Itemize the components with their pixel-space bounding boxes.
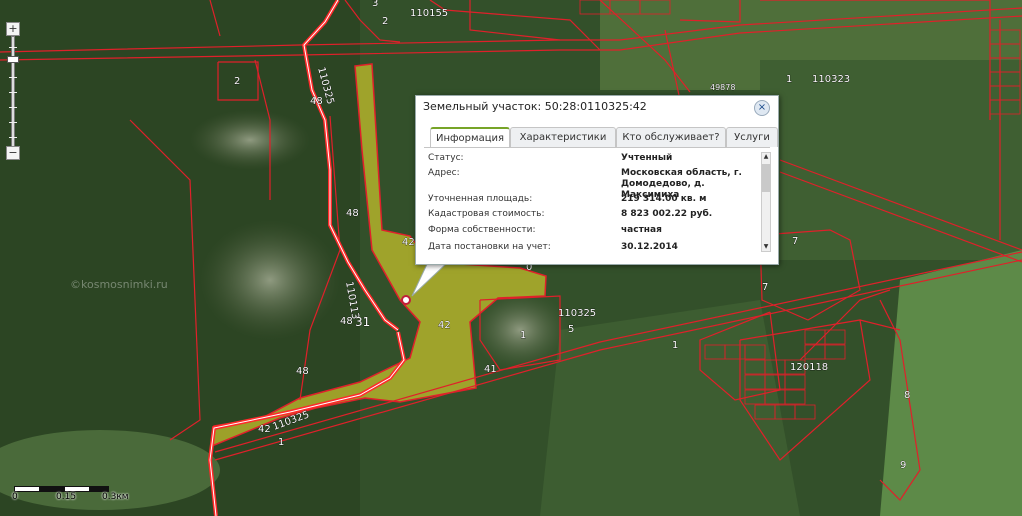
scroll-down-icon[interactable]: ▼: [762, 243, 770, 251]
imagery-watermark: ©kosmosnimki.ru: [70, 278, 168, 291]
map-label: 42: [402, 237, 415, 248]
map-label: 48: [346, 208, 359, 219]
scale-bar: 0 0.15 0.3км: [12, 486, 134, 502]
zoom-in-button[interactable]: +: [6, 22, 20, 36]
map-label: 9: [900, 460, 906, 471]
info-key: Адрес:: [428, 168, 460, 178]
popup-title: Земельный участок: 50:28:0110325:42: [423, 100, 647, 113]
map-label: 7: [762, 282, 768, 293]
tab-characteristics[interactable]: Характеристики: [510, 127, 616, 147]
info-value: 8 823 002.22 руб.: [621, 209, 713, 219]
popup-scrollbar[interactable]: ▲ ▼: [761, 152, 771, 252]
map-label: 1: [278, 437, 284, 448]
map-label: 31: [355, 315, 370, 329]
map-label: 5: [568, 324, 574, 335]
map-label: 1: [786, 74, 792, 85]
scale-label: 0.3км: [102, 492, 129, 502]
info-value: Учтенный: [621, 153, 673, 163]
info-value: 219 314.00 кв. м: [621, 194, 707, 204]
map-label: 8: [904, 390, 910, 401]
map-label: 110325: [558, 308, 596, 319]
info-value: 30.12.2014: [621, 242, 678, 250]
tab-who-serves[interactable]: Кто обслуживает?: [616, 127, 726, 147]
info-key: Форма собственности:: [428, 225, 536, 235]
info-key: Уточненная площадь:: [428, 194, 533, 204]
map-label: 49878: [710, 83, 735, 92]
zoom-control[interactable]: + −: [6, 22, 20, 160]
location-marker-icon: [401, 295, 411, 305]
map-label: 120118: [790, 362, 828, 373]
map-label: 2: [234, 76, 240, 87]
map-label: 3: [372, 0, 378, 9]
map-label: 41: [484, 364, 497, 375]
close-icon[interactable]: ×: [754, 100, 770, 116]
info-key: Дата постановки на учет:: [428, 242, 551, 250]
zoom-slider-thumb[interactable]: [7, 56, 19, 63]
scroll-up-icon[interactable]: ▲: [762, 153, 770, 161]
info-value: частная: [621, 225, 662, 235]
map-label: 110155: [410, 8, 448, 19]
scale-label: 0.15: [56, 492, 77, 502]
map-label: 1: [520, 330, 526, 341]
tab-information[interactable]: Информация: [430, 127, 510, 148]
info-key: Статус:: [428, 153, 464, 163]
info-key: Кадастровая стоимость:: [428, 209, 545, 219]
map-label: 42: [438, 320, 451, 331]
map-label: 110323: [812, 74, 850, 85]
info-table: Статус: Учтенный Адрес: Московская облас…: [424, 150, 762, 250]
map-label: 48: [296, 366, 309, 377]
map-label: 7: [792, 236, 798, 247]
parcel-info-popup: Земельный участок: 50:28:0110325:42 × Ин…: [415, 95, 779, 265]
scale-label: 0: [12, 492, 18, 502]
tab-services[interactable]: Услуги: [726, 127, 778, 147]
scrollbar-thumb[interactable]: [762, 164, 770, 192]
map-label: 2: [382, 16, 388, 27]
zoom-slider-track[interactable]: [9, 36, 17, 148]
map-label: 42: [258, 424, 271, 435]
map-label: 48: [310, 96, 323, 107]
map-label: 1: [672, 340, 678, 351]
zoom-out-button[interactable]: −: [6, 146, 20, 160]
